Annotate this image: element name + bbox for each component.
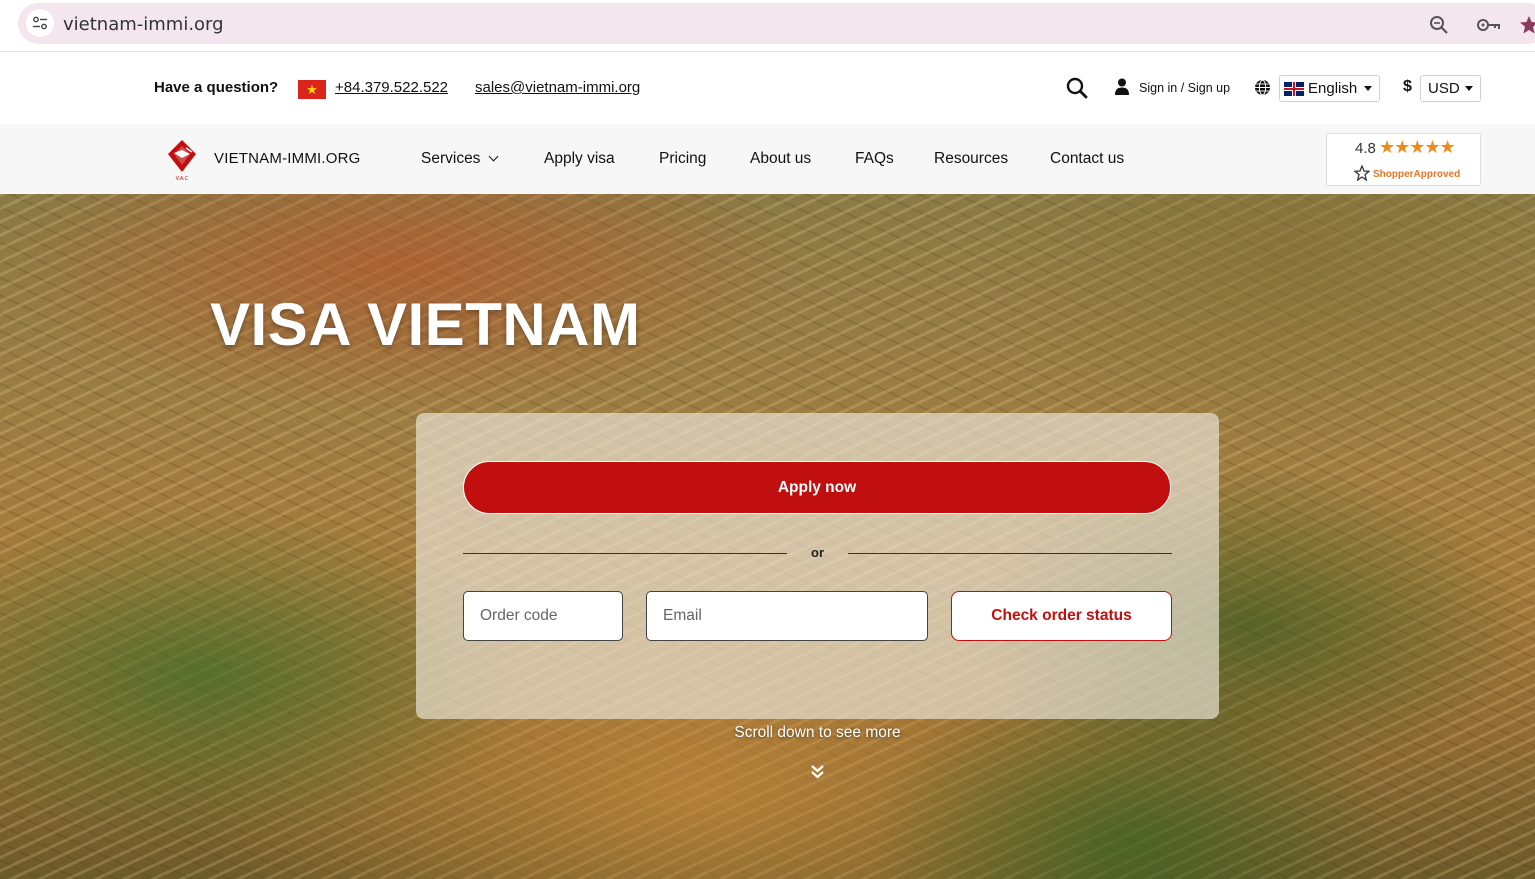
password-key-icon[interactable] — [1476, 14, 1502, 36]
nav-apply-visa[interactable]: Apply visa — [544, 150, 615, 168]
bookmark-star-icon[interactable] — [1518, 14, 1535, 36]
scroll-down-label: Scroll down to see more — [416, 724, 1219, 742]
order-code-input[interactable] — [463, 591, 623, 641]
rating-stars: ★★★★★ — [1379, 137, 1456, 157]
divider — [848, 553, 1172, 554]
browser-toolbar: vietnam-immi.org — [0, 0, 1535, 52]
nav-faqs[interactable]: FAQs — [855, 150, 894, 168]
currency-select[interactable]: USD — [1420, 75, 1481, 102]
user-icon[interactable] — [1115, 78, 1131, 96]
apply-now-button[interactable]: Apply now — [463, 461, 1171, 514]
email-input[interactable] — [646, 591, 928, 641]
rating-score: 4.8 — [1355, 140, 1376, 157]
brand-name[interactable]: VIETNAM-IMMI.ORG — [214, 150, 361, 167]
language-value: English — [1308, 80, 1358, 97]
nav-resources[interactable]: Resources — [934, 150, 1008, 168]
action-panel: Apply now or Check order status — [416, 413, 1219, 719]
have-question-label: Have a question? — [154, 79, 279, 96]
language-select[interactable]: English — [1279, 75, 1380, 102]
shopper-approved-star-icon — [1353, 164, 1371, 185]
url-text[interactable]: vietnam-immi.org — [63, 14, 224, 35]
nav-pricing[interactable]: Pricing — [659, 150, 706, 168]
caret-down-icon — [1364, 86, 1372, 91]
zoom-icon[interactable] — [1428, 14, 1450, 36]
dollar-icon: $ — [1403, 78, 1412, 95]
site-info-icon[interactable] — [26, 9, 54, 37]
sign-in-link[interactable]: Sign in / Sign up — [1139, 81, 1230, 95]
globe-icon — [1254, 79, 1271, 96]
nav-services[interactable]: Services — [421, 150, 499, 168]
email-link[interactable]: sales@vietnam-immi.org — [475, 79, 640, 96]
chevron-down-icon — [488, 151, 499, 162]
scroll-down-text: Scroll down to see more — [734, 724, 901, 741]
main-nav: V.A.C VIETNAM-IMMI.ORG Services Apply vi… — [0, 124, 1535, 194]
nav-about-us[interactable]: About us — [750, 150, 811, 168]
check-order-status-button[interactable]: Check order status — [951, 591, 1172, 641]
search-icon[interactable] — [1066, 77, 1088, 99]
shopper-approved-badge[interactable]: 4.8 ★★★★★ ShopperApproved — [1326, 133, 1481, 186]
hero-section: VISA VIETNAM Apply now or Check order st… — [0, 194, 1535, 879]
shopper-approved-label: ShopperApproved — [1373, 169, 1461, 180]
svg-text:V.A.C: V.A.C — [176, 176, 189, 182]
address-bar[interactable]: vietnam-immi.org — [18, 3, 1535, 44]
currency-value: USD — [1428, 80, 1460, 97]
hero-title: VISA VIETNAM — [210, 291, 641, 358]
divider — [463, 553, 787, 554]
or-label: or — [811, 545, 824, 560]
nav-contact-us[interactable]: Contact us — [1050, 150, 1124, 168]
nav-services-label: Services — [421, 150, 481, 167]
caret-down-icon — [1465, 86, 1473, 91]
site-logo[interactable]: V.A.C — [166, 138, 198, 182]
uk-flag-icon — [1284, 81, 1304, 96]
vietnam-flag-icon: ★ — [298, 80, 326, 99]
top-info-bar: Have a question? ★ +84.379.522.522 sales… — [0, 53, 1535, 124]
double-chevron-down-icon[interactable] — [810, 764, 825, 780]
phone-link[interactable]: +84.379.522.522 — [335, 79, 448, 96]
